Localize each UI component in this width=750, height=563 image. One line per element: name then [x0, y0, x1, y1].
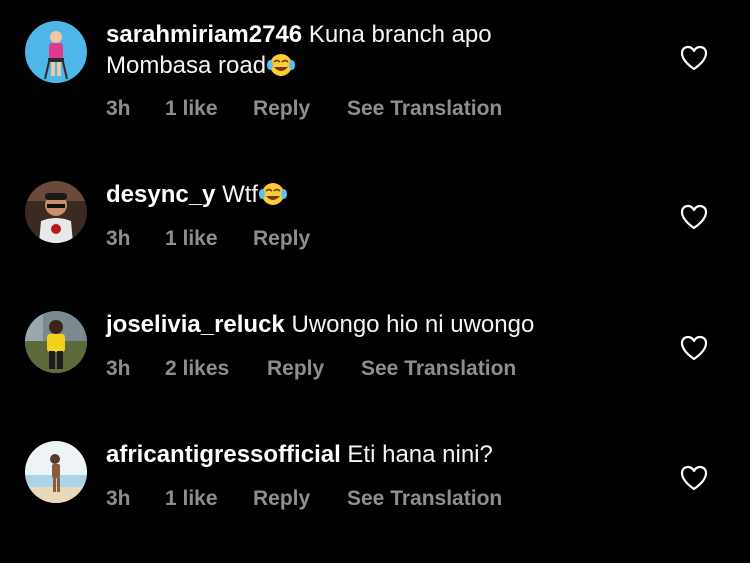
- comment-text: joselivia_reluck Uwongo hio ni uwongo: [106, 309, 666, 340]
- reply-button[interactable]: Reply: [253, 97, 310, 121]
- likes-count-button[interactable]: 2 likes: [165, 357, 229, 381]
- likes-count-button[interactable]: 1 like: [165, 227, 218, 251]
- comment-text: desync_y Wtf: [106, 179, 666, 214]
- comment-time: 3h: [106, 487, 131, 510]
- avatar[interactable]: [25, 21, 87, 83]
- heart-outline-icon[interactable]: [680, 335, 708, 361]
- likes-count-button[interactable]: 1 like: [165, 487, 218, 511]
- comment-body: Wtf: [222, 181, 259, 208]
- see-translation-button[interactable]: See Translation: [347, 487, 502, 511]
- reply-button[interactable]: Reply: [253, 227, 310, 251]
- comment-time: 3h: [106, 357, 131, 380]
- heart-outline-icon[interactable]: [680, 45, 708, 71]
- comment-text: sarahmiriam2746 Kuna branch apo Mombasa …: [106, 19, 666, 85]
- reply-button[interactable]: Reply: [253, 487, 310, 511]
- comment-body: Mombasa road: [106, 52, 267, 79]
- comment-text: africantigressofficial Eti hana nini?: [106, 439, 666, 470]
- comment-time: 3h: [106, 97, 131, 120]
- comment-username[interactable]: desync_y: [106, 181, 215, 208]
- avatar[interactable]: [25, 311, 87, 373]
- comment-body: Eti hana nini?: [347, 441, 493, 468]
- likes-count-button[interactable]: 1 like: [165, 97, 218, 121]
- comment-username[interactable]: sarahmiriam2746: [106, 21, 302, 48]
- comment-username[interactable]: africantigressofficial: [106, 441, 341, 468]
- heart-outline-icon[interactable]: [680, 204, 708, 230]
- reply-button[interactable]: Reply: [267, 357, 324, 381]
- see-translation-button[interactable]: See Translation: [361, 357, 516, 381]
- face-with-tears-of-joy-icon: [266, 53, 296, 85]
- comment-body: Kuna branch apo: [308, 21, 492, 48]
- heart-outline-icon[interactable]: [680, 465, 708, 491]
- comment-time: 3h: [106, 227, 131, 250]
- avatar[interactable]: [25, 441, 87, 503]
- comment-username[interactable]: joselivia_reluck: [106, 311, 285, 338]
- see-translation-button[interactable]: See Translation: [347, 97, 502, 121]
- avatar[interactable]: [25, 181, 87, 243]
- comment-body: Uwongo hio ni uwongo: [291, 311, 535, 338]
- face-with-tears-of-joy-icon: [258, 182, 288, 214]
